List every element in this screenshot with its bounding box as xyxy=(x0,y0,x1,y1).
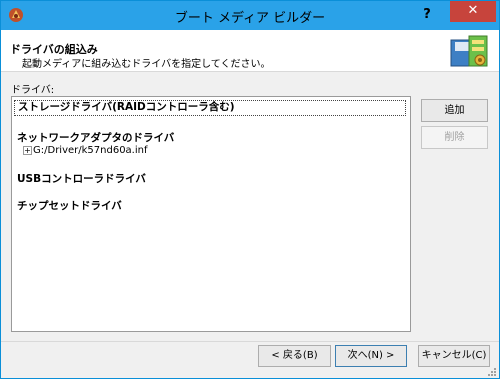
expand-icon[interactable]: + xyxy=(23,145,32,155)
driver-tree[interactable]: ストレージドライバ(RAIDコントローラ含む) ネットワークアダプタのドライバ … xyxy=(11,96,411,332)
next-button[interactable]: 次へ(N) > xyxy=(335,345,407,367)
add-button[interactable]: 追加 xyxy=(421,99,488,122)
footer-divider xyxy=(1,341,499,342)
remove-button[interactable]: 削除 xyxy=(421,126,488,149)
driver-package-icon xyxy=(450,35,488,67)
help-button[interactable]: ? xyxy=(414,5,440,25)
title-bar: ブート メディア ビルダー ? ✕ xyxy=(1,1,499,30)
wizard-header: ドライバの組込み 起動メディアに組み込むドライバを指定してください。 xyxy=(1,30,499,72)
drivers-section-label: ドライバ: xyxy=(11,85,55,96)
category-network-drivers[interactable]: ネットワークアダプタのドライバ xyxy=(17,130,174,145)
tree-item-driver-file[interactable]: + G:/Driver/k57nd60a.inf xyxy=(23,145,148,156)
close-button[interactable]: ✕ xyxy=(450,1,496,22)
category-chipset-drivers[interactable]: チップセットドライバ xyxy=(17,198,122,213)
category-usb-drivers[interactable]: USBコントローラドライバ xyxy=(17,171,146,186)
boot-media-builder-window: ブート メディア ビルダー ? ✕ ドライバの組込み 起動メディアに組み込むドラ… xyxy=(0,0,500,379)
driver-file-path: G:/Driver/k57nd60a.inf xyxy=(33,145,148,156)
page-subtitle: 起動メディアに組み込むドライバを指定してください。 xyxy=(22,59,271,70)
cancel-button[interactable]: キャンセル(C) xyxy=(418,345,490,367)
category-storage-drivers[interactable]: ストレージドライバ(RAIDコントローラ含む) xyxy=(14,100,406,116)
resize-grip-icon[interactable] xyxy=(487,367,497,377)
back-button[interactable]: < 戻る(B) xyxy=(258,345,331,367)
